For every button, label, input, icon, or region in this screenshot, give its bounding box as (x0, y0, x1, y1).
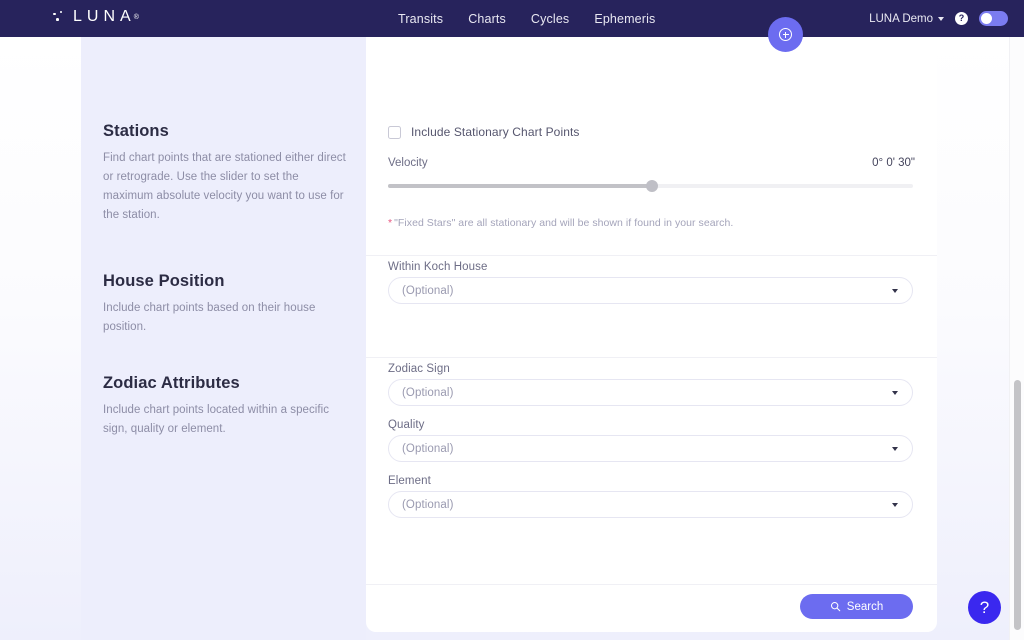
quality-select[interactable]: (Optional) (388, 435, 913, 462)
logo-registered-mark: ® (133, 13, 139, 21)
include-stationary-chart-points-label: Include Stationary Chart Points (411, 125, 580, 139)
primary-nav: Transits Charts Cycles Ephemeris (398, 0, 655, 37)
within-koch-house-label: Within Koch House (388, 261, 488, 273)
element-select[interactable]: (Optional) (388, 491, 913, 518)
logo-wordmark: LUNA (73, 8, 136, 25)
quality-label: Quality (388, 419, 425, 431)
nav-link-transits[interactable]: Transits (398, 12, 443, 26)
logo-dots-icon (53, 10, 66, 24)
section-divider (366, 255, 937, 256)
scrollbar-thumb[interactable] (1014, 380, 1021, 630)
page-body: Stations Find chart points that are stat… (0, 37, 1024, 640)
section-info-stations: Stations Find chart points that are stat… (103, 122, 346, 225)
vertical-scrollbar[interactable] (1009, 37, 1024, 640)
include-stationary-chart-points-row[interactable]: Include Stationary Chart Points (388, 125, 580, 139)
search-button-label: Search (846, 600, 884, 613)
slider-fill (388, 184, 653, 188)
fixed-stars-note: * "Fixed Stars" are all stationary and wi… (388, 217, 733, 229)
section-description-house-position: Include chart points based on their hous… (103, 302, 316, 333)
theme-toggle-switch[interactable] (979, 11, 1008, 26)
section-title-zodiac-attributes: Zodiac Attributes (103, 374, 240, 392)
help-icon[interactable]: ? (955, 12, 968, 25)
zodiac-sign-value: (Optional) (402, 386, 454, 399)
chevron-down-icon (938, 16, 944, 21)
section-divider (366, 584, 937, 585)
luna-logo[interactable]: LUNA ® (53, 9, 139, 25)
account-name: LUNA Demo (869, 12, 933, 25)
zodiac-sign-label: Zodiac Sign (388, 363, 450, 375)
velocity-value: 0° 0' 30" (872, 157, 915, 169)
plus-circle-icon (779, 28, 792, 41)
chevron-down-icon (892, 502, 898, 507)
section-info-rail: Stations Find chart points that are stat… (81, 37, 366, 640)
add-circle-button[interactable] (768, 17, 803, 52)
element-value: (Optional) (402, 498, 454, 511)
section-title-stations: Stations (103, 122, 169, 140)
chevron-down-icon (892, 390, 898, 395)
asterisk-icon: * (388, 217, 393, 229)
nav-link-ephemeris[interactable]: Ephemeris (594, 12, 655, 26)
search-icon (830, 601, 841, 612)
chevron-down-icon (892, 288, 898, 293)
section-divider (366, 357, 937, 358)
within-koch-house-select[interactable]: (Optional) (388, 277, 913, 304)
section-description-stations: Find chart points that are stationed eit… (103, 152, 346, 221)
account-menu[interactable]: LUNA Demo (869, 13, 944, 25)
include-stationary-chart-points-checkbox[interactable] (388, 125, 401, 139)
within-koch-house-value: (Optional) (402, 284, 454, 297)
quality-value: (Optional) (402, 442, 454, 455)
velocity-slider[interactable] (388, 180, 913, 192)
top-navigation-bar: LUNA ® Transits Charts Cycles Ephemeris L… (0, 0, 1024, 37)
element-label: Element (388, 475, 431, 487)
section-info-house-position: House Position Include chart points base… (103, 272, 346, 337)
fixed-stars-note-text: "Fixed Stars" are all stationary and wil… (394, 217, 734, 229)
help-fab-button[interactable]: ? (968, 591, 1001, 624)
search-button[interactable]: Search (800, 594, 913, 619)
section-info-zodiac-attributes: Zodiac Attributes Include chart points l… (103, 374, 346, 439)
nav-link-cycles[interactable]: Cycles (531, 12, 569, 26)
nav-link-charts[interactable]: Charts (468, 12, 506, 26)
settings-card: Include Stationary Chart Points Velocity… (366, 37, 937, 632)
slider-handle[interactable] (646, 180, 658, 192)
velocity-label: Velocity (388, 157, 428, 169)
chevron-down-icon (892, 446, 898, 451)
nav-right-cluster: LUNA Demo ? (869, 0, 1008, 37)
zodiac-sign-select[interactable]: (Optional) (388, 379, 913, 406)
section-description-zodiac-attributes: Include chart points located within a sp… (103, 404, 330, 435)
section-title-house-position: House Position (103, 272, 225, 290)
velocity-row: Velocity 0° 0' 30" (388, 157, 915, 169)
